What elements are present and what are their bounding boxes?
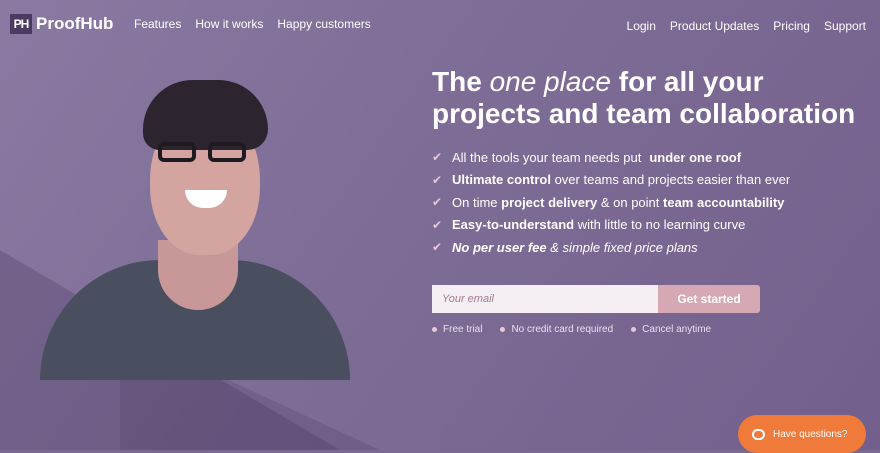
hero-headline: The one place for all your projects and …: [432, 66, 856, 129]
perks: Free trial No credit card required Cance…: [432, 324, 711, 335]
perk-item: Cancel anytime: [631, 324, 711, 335]
bullet-icon: [432, 327, 437, 332]
nav-left: Features How it works Happy customers: [134, 17, 371, 31]
check-icon: ✔: [432, 172, 443, 187]
nav-right: Login Product Updates Pricing Support: [627, 19, 866, 33]
list-item: ✔ No per user fee & simple fixed price pl…: [432, 239, 698, 255]
get-started-button[interactable]: Get started: [658, 285, 760, 313]
list-item: ✔ Easy-to-understand with little to no le…: [432, 217, 746, 233]
signup-form: Get started: [432, 285, 760, 313]
perk-item: Free trial: [432, 324, 482, 335]
nav-link-how-it-works[interactable]: How it works: [195, 17, 263, 31]
nav-link-support[interactable]: Support: [824, 19, 866, 33]
chat-bubble-icon: [752, 428, 765, 440]
list-item: ✔ Ultimate control over teams and project…: [432, 172, 791, 188]
perk-item: No credit card required: [500, 324, 613, 335]
check-icon: ✔: [432, 150, 443, 165]
top-nav: PH ProofHub Features How it works Happy …: [0, 0, 880, 48]
list-item: ✔ On time project delivery & on point tea…: [432, 194, 785, 210]
logo-text: ProofHub: [36, 14, 114, 33]
bullet-icon: [500, 327, 506, 332]
nav-link-happy-customers[interactable]: Happy customers: [277, 17, 370, 31]
hero-person-image: [40, 70, 350, 380]
check-icon: ✔: [432, 217, 443, 232]
hair: [143, 80, 268, 150]
logo[interactable]: PH ProofHub: [10, 14, 113, 34]
check-icon: ✔: [432, 240, 443, 255]
chat-button[interactable]: Have questions?: [738, 415, 866, 453]
headline-emphasis: one place: [489, 66, 611, 97]
nav-link-pricing[interactable]: Pricing: [773, 19, 810, 33]
bullet-icon: [631, 327, 637, 332]
logo-mark: PH: [10, 14, 32, 34]
nav-link-product-updates[interactable]: Product Updates: [670, 19, 759, 33]
feature-list: ✔ All the tools your team needs put under…: [432, 146, 790, 259]
glasses: [158, 142, 253, 164]
list-item: ✔ All the tools your team needs put under…: [432, 149, 742, 165]
nav-link-login[interactable]: Login: [627, 19, 656, 33]
nav-link-features[interactable]: Features: [134, 17, 181, 31]
chat-label: Have questions?: [773, 428, 848, 440]
email-input[interactable]: [432, 285, 658, 313]
check-icon: ✔: [432, 195, 443, 210]
